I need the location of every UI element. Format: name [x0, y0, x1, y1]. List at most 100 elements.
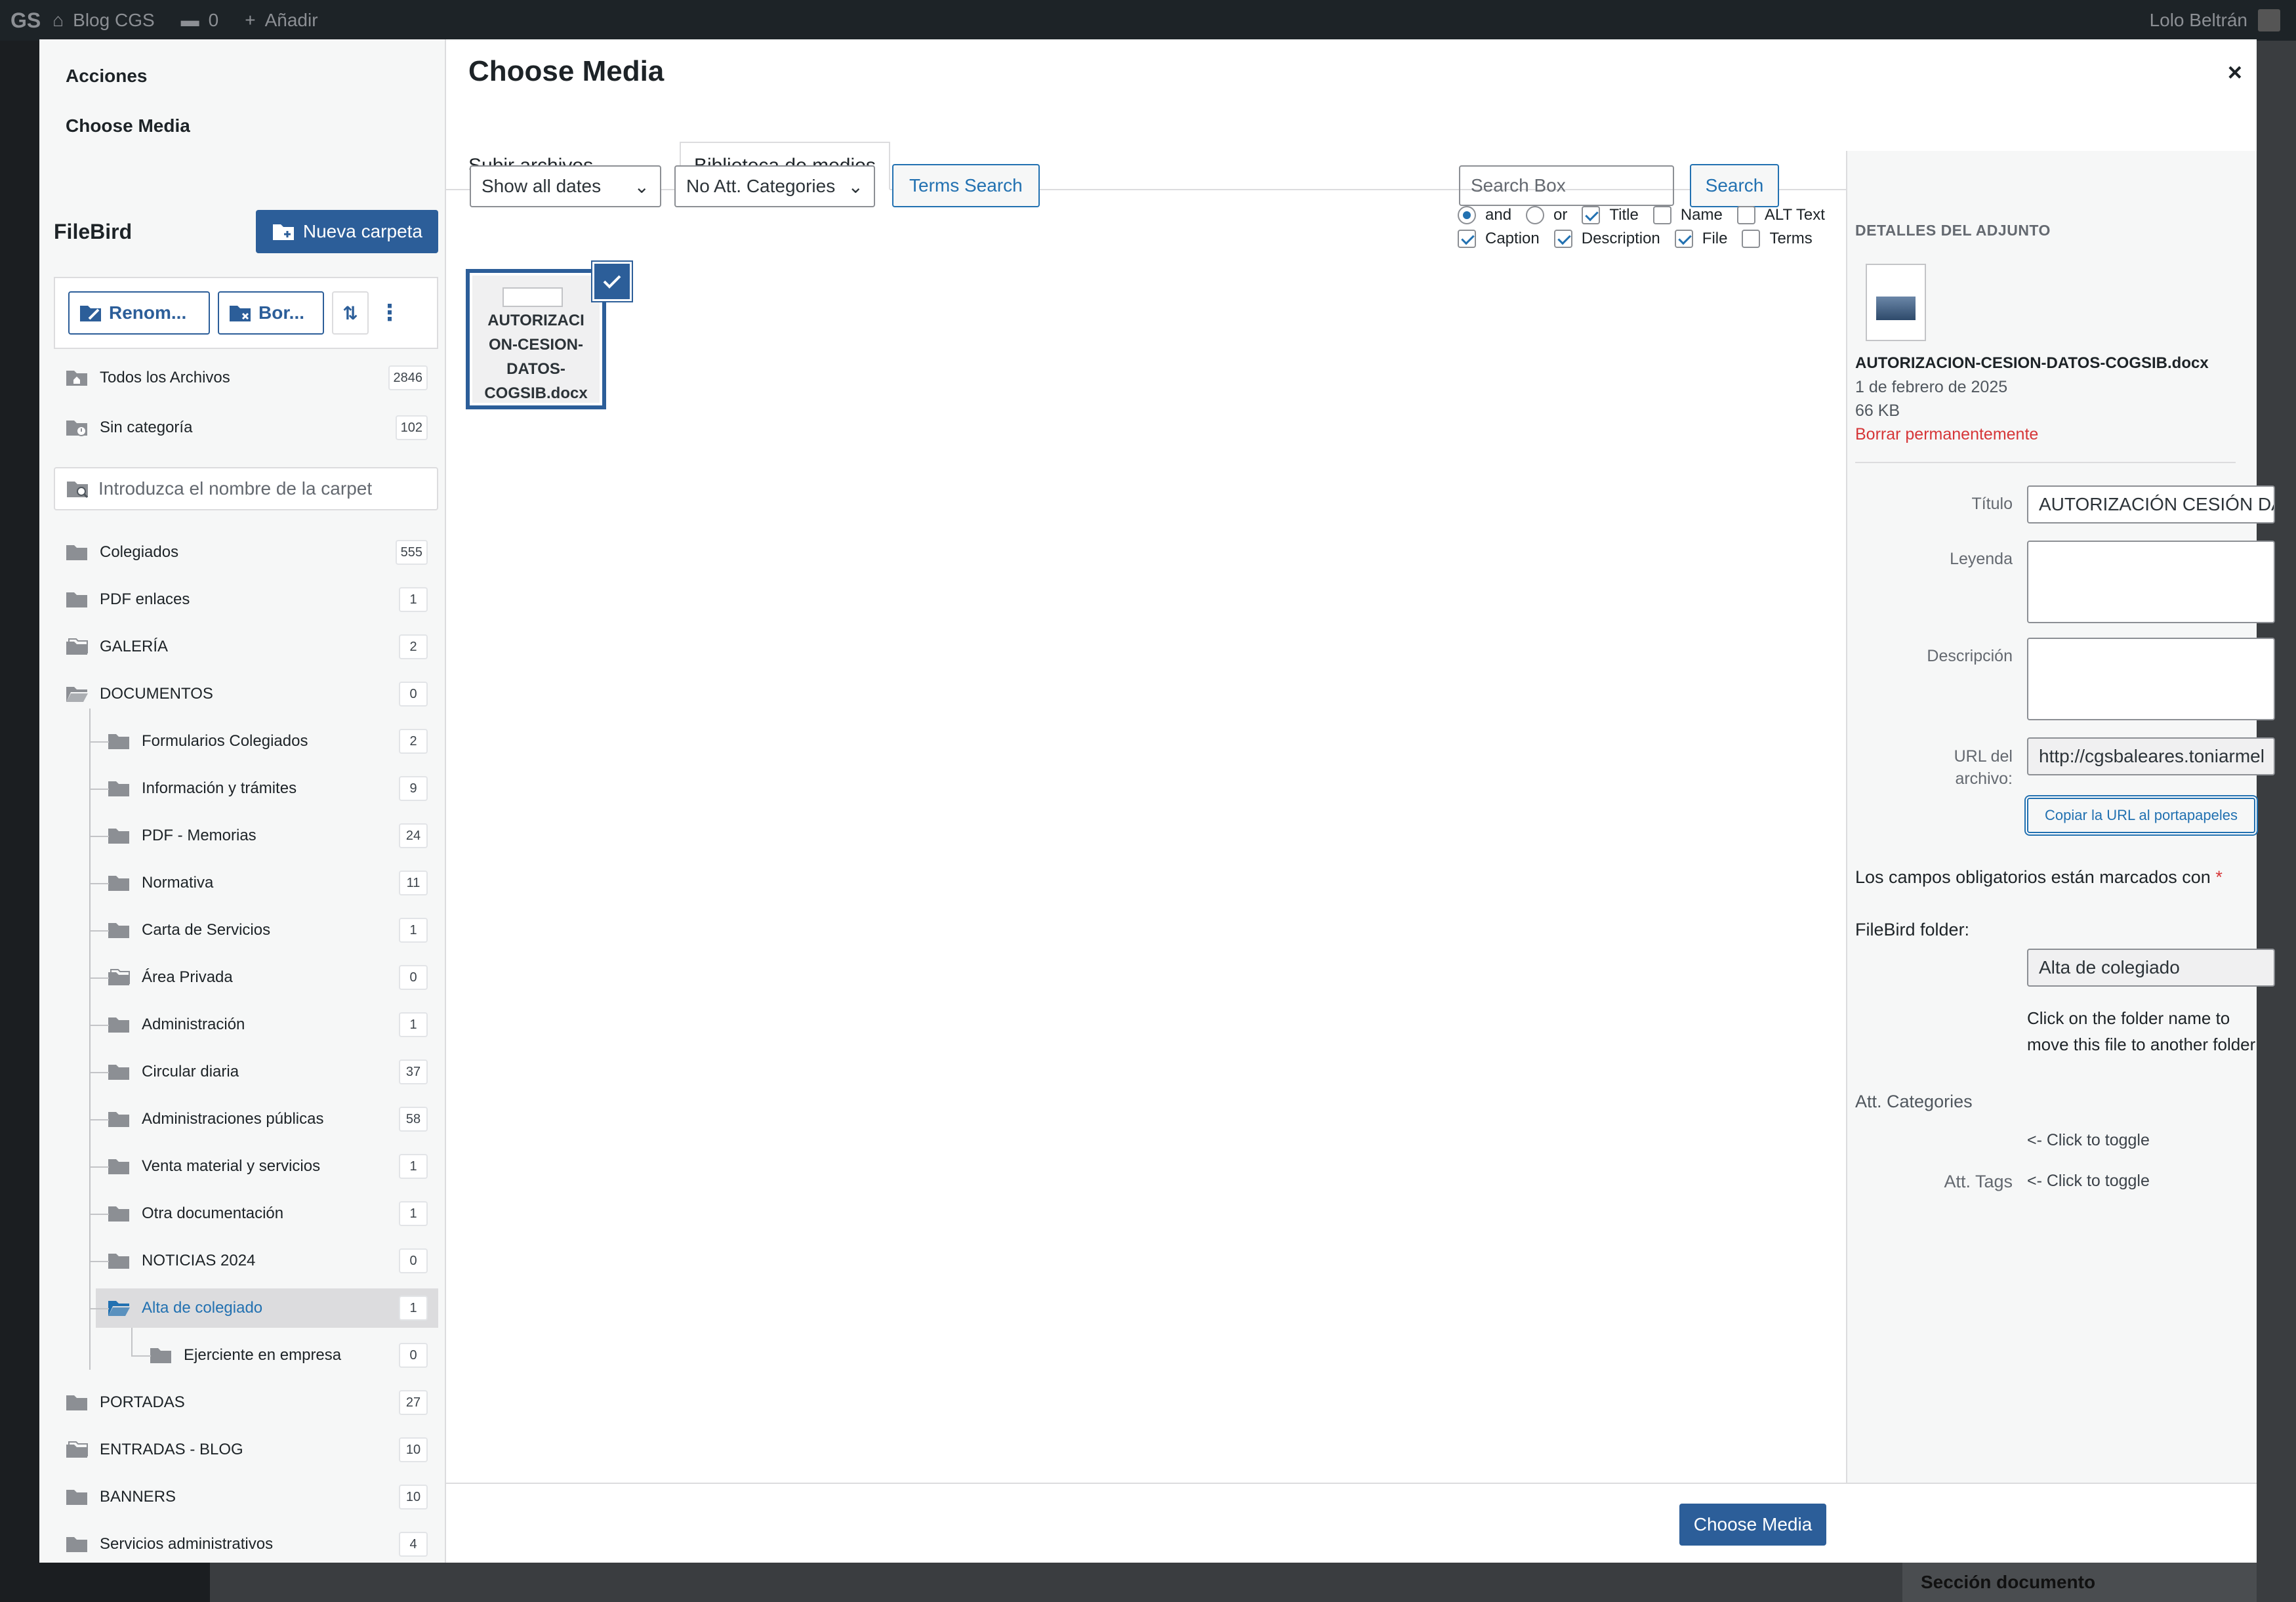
terms-checkbox[interactable]	[1742, 230, 1761, 248]
add-new-link[interactable]: + Añadir	[245, 10, 318, 31]
folder-search-input[interactable]: Introduzca el nombre de la carpet	[54, 467, 438, 510]
file-checkbox[interactable]	[1674, 230, 1693, 248]
document-section-panel: Sección documento	[1902, 1563, 2257, 1602]
option-label: ALT Text	[1764, 206, 1825, 224]
folder-icon	[66, 687, 88, 702]
folder-item[interactable]: DOCUMENTOS 0	[54, 674, 438, 714]
att-categories-label: Att. Categories	[1855, 1092, 1973, 1111]
folder-item[interactable]: Circular diaria 37	[96, 1052, 438, 1092]
details-heading: DETALLES DEL ADJUNTO	[1855, 222, 2051, 239]
folder-uncategorized[interactable]: Sin categoría 102	[54, 408, 438, 447]
folder-item[interactable]: Ejerciente en empresa 0	[138, 1336, 438, 1375]
folder-item[interactable]: Otra documentación 1	[96, 1194, 438, 1233]
option-label: Title	[1609, 206, 1639, 224]
folder-item[interactable]: PDF enlaces 1	[54, 580, 438, 619]
folder-icon	[108, 969, 130, 985]
new-folder-button[interactable]: Nueva carpeta	[255, 210, 438, 253]
date-filter-select[interactable]: Show all dates ⌄	[470, 165, 661, 207]
thumbnail-image	[1876, 297, 1916, 320]
required-asterisk: *	[2215, 867, 2223, 887]
url-label-line: URL del	[1954, 747, 2013, 766]
and-radio[interactable]	[1458, 206, 1476, 224]
comments-link[interactable]: ▬ 0	[181, 10, 219, 31]
or-radio[interactable]	[1526, 206, 1545, 224]
site-name-link[interactable]: ⌂ Blog CGS	[52, 10, 154, 31]
caption-label: Leyenda	[1950, 550, 2013, 568]
folder-item[interactable]: ENTRADAS - BLOG 10	[54, 1430, 438, 1469]
folder-count: 2	[399, 729, 428, 754]
folder-item[interactable]: Área Privada 0	[96, 958, 438, 997]
caption-checkbox[interactable]	[1458, 230, 1476, 248]
folder-count: 27	[399, 1390, 428, 1415]
folder-item[interactable]: Formularios Colegiados 2	[96, 722, 438, 761]
folder-count: 4	[399, 1532, 428, 1557]
folder-item[interactable]: Carta de Servicios 1	[96, 911, 438, 950]
folder-icon	[108, 1301, 130, 1316]
folder-name: ENTRADAS - BLOG	[100, 1441, 243, 1458]
alt-text-checkbox[interactable]	[1736, 206, 1755, 224]
folder-item[interactable]: PORTADAS 27	[54, 1383, 438, 1422]
folder-item[interactable]: Colegiados 555	[54, 533, 438, 572]
rename-button[interactable]: Renom...	[68, 291, 210, 335]
category-filter-select[interactable]: No Att. Categories ⌄	[674, 165, 875, 207]
user-menu[interactable]: Lolo Beltrán	[2150, 0, 2280, 41]
filebird-folder-help: Click on the folder name to move this fi…	[2027, 1008, 2256, 1054]
folder-item[interactable]: Administraciones públicas 58	[96, 1099, 438, 1139]
folder-item[interactable]: Servicios administrativos 4	[54, 1525, 438, 1563]
caption-field[interactable]	[2027, 541, 2275, 623]
title-field[interactable]: AUTORIZACIÓN CESIÓN DATOS	[2027, 485, 2275, 524]
terms-search-button[interactable]: Terms Search	[892, 164, 1040, 207]
search-button[interactable]: Search	[1690, 164, 1779, 207]
site-logo[interactable]: GS	[10, 9, 41, 33]
tree-connector	[89, 1119, 109, 1120]
folder-name: Sin categoría	[100, 419, 193, 436]
search-placeholder: Search Box	[1471, 175, 1566, 195]
folder-name: Venta material y servicios	[142, 1157, 321, 1175]
folder-item[interactable]: Normativa 11	[96, 863, 438, 903]
folder-icon	[66, 592, 87, 607]
folder-item[interactable]: GALERÍA 2	[54, 627, 438, 667]
sort-icon[interactable]: ⇅	[332, 291, 369, 335]
delete-button[interactable]: Bor...	[218, 291, 324, 335]
folder-count: 11	[399, 871, 428, 895]
menu-actions[interactable]: Acciones	[39, 66, 148, 87]
title-checkbox[interactable]	[1582, 206, 1601, 224]
att-categories-toggle[interactable]: <- Click to toggle	[2027, 1131, 2150, 1150]
file-url-field[interactable]: http://cgsbaleares.toniarmel	[2027, 737, 2275, 775]
copy-url-button[interactable]: Copiar la URL al portapapeles	[2027, 798, 2255, 833]
option-label: Description	[1581, 230, 1660, 247]
selected-check-icon[interactable]	[594, 264, 630, 299]
option-label: and	[1485, 206, 1512, 224]
title-value: AUTORIZACIÓN CESIÓN DATOS	[2039, 494, 2274, 514]
folder-item[interactable]: BANNERS 10	[54, 1477, 438, 1517]
folder-icon	[66, 1537, 87, 1552]
description-field[interactable]	[2027, 638, 2275, 720]
close-icon[interactable]: ×	[2228, 59, 2242, 87]
description-checkbox[interactable]	[1553, 230, 1572, 248]
folder-name: Administración	[142, 1016, 245, 1033]
att-tags-toggle[interactable]: <- Click to toggle	[2027, 1172, 2150, 1191]
folder-icon	[108, 1206, 129, 1222]
search-input[interactable]: Search Box	[1459, 165, 1674, 206]
attachment-details: DETALLES DEL ADJUNTO AUTORIZACION-CESION…	[1846, 151, 2275, 1522]
folder-icon	[108, 829, 129, 844]
filebird-folder-field[interactable]: Alta de colegiado	[2027, 949, 2275, 987]
folder-item[interactable]: NOTICIAS 2024 0	[96, 1241, 438, 1281]
folder-all-files[interactable]: Todos los Archivos 2846	[54, 358, 438, 398]
chevron-down-icon: ⌄	[848, 176, 863, 197]
more-options-icon[interactable]: ⋮	[377, 291, 403, 335]
folder-item[interactable]: PDF - Memorias 24	[96, 816, 438, 855]
home-icon: ⌂	[52, 10, 64, 30]
uncategorized-folder-icon	[66, 421, 87, 436]
attachment-item[interactable]: AUTORIZACI ON-CESION- DATOS- COGSIB.docx	[466, 264, 630, 409]
tree-connector	[89, 1308, 109, 1309]
panel-title: Sección documento	[1921, 1572, 2096, 1592]
folder-item[interactable]: Alta de colegiado 1	[96, 1288, 438, 1328]
name-checkbox[interactable]	[1652, 206, 1671, 224]
menu-choose-media[interactable]: Choose Media	[39, 115, 190, 136]
delete-permanently-link[interactable]: Borrar permanentemente	[1855, 425, 2038, 444]
folder-item[interactable]: Venta material y servicios 1	[96, 1147, 438, 1186]
choose-media-button[interactable]: Choose Media	[1679, 1504, 1826, 1546]
folder-item[interactable]: Información y trámites 9	[96, 769, 438, 808]
folder-item[interactable]: Administración 1	[96, 1005, 438, 1044]
